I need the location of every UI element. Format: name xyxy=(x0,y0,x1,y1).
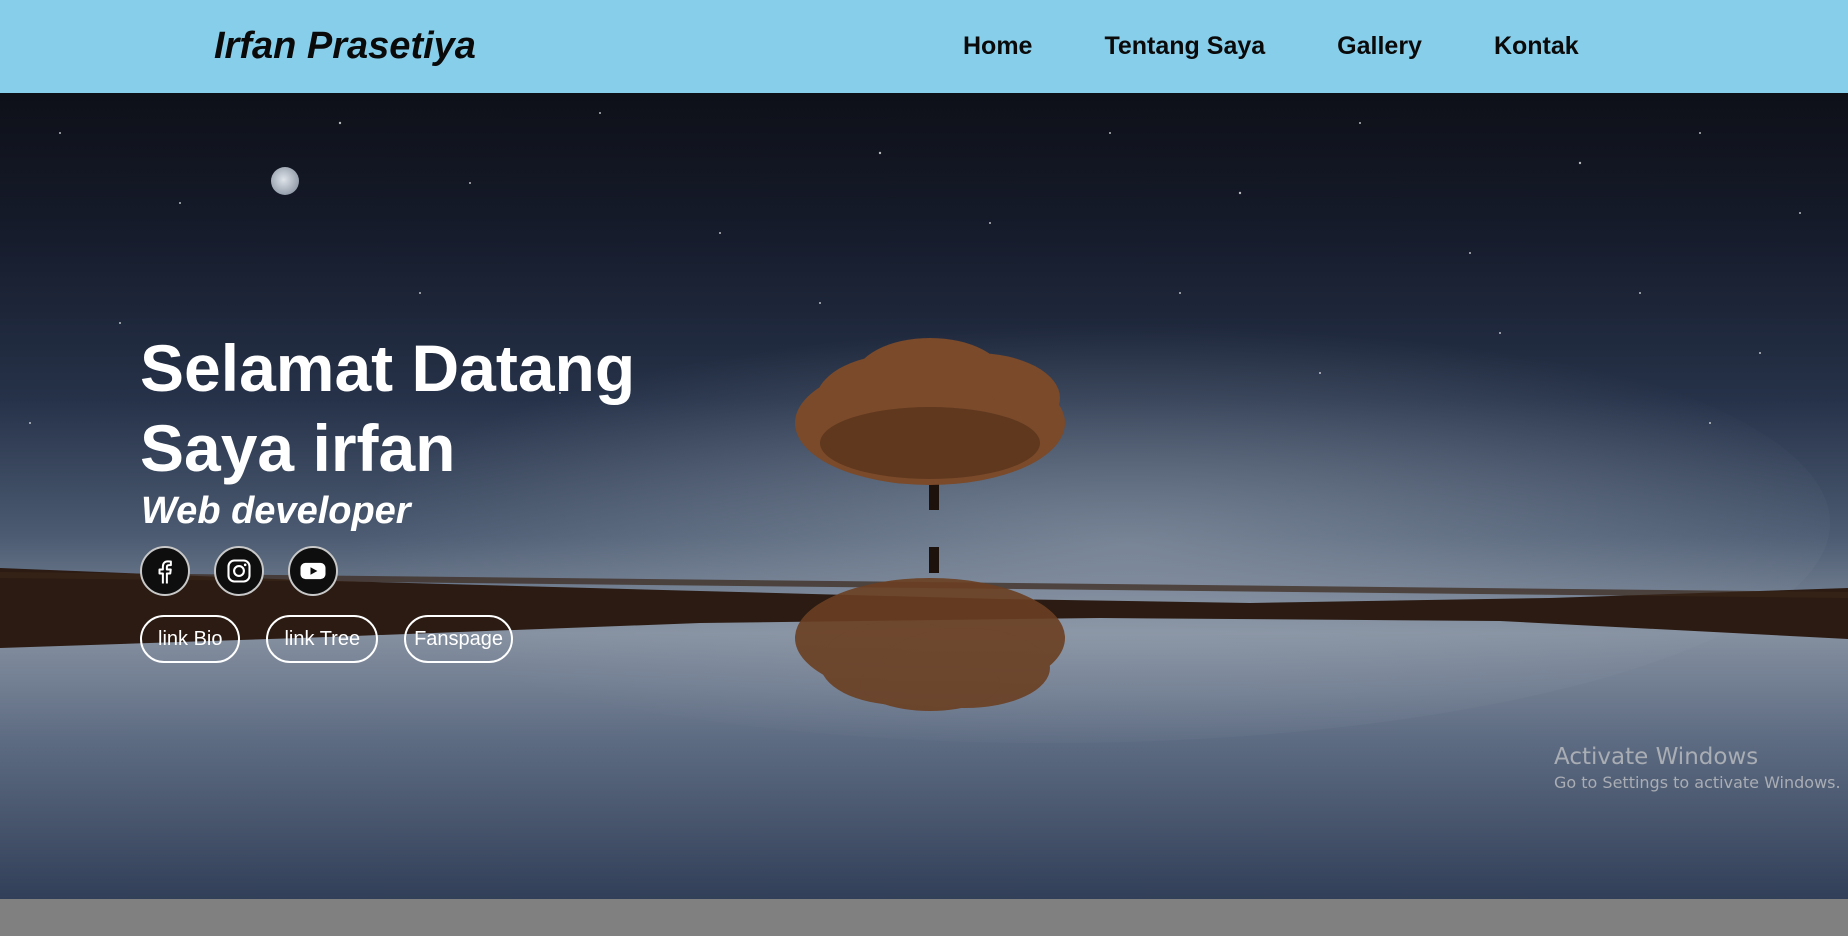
link-bio-button[interactable]: link Bio xyxy=(140,615,241,663)
brand-logo-text[interactable]: Irfan Prasetiya xyxy=(214,20,476,72)
hero-greeting-line-2: Saya irfan xyxy=(140,411,456,485)
fanspage-button[interactable]: Fanspage xyxy=(404,615,514,663)
watermark-title: Activate Windows xyxy=(1554,744,1759,770)
hero-greeting: Selamat Datang Saya irfan xyxy=(140,328,635,488)
facebook-icon[interactable] xyxy=(140,546,190,596)
windows-activation-watermark: Activate Windows Go to Settings to activ… xyxy=(1554,742,1841,794)
nav-home-link[interactable]: Home xyxy=(963,28,1032,64)
navbar: Irfan Prasetiya Home Tentang Saya Galler… xyxy=(0,0,1848,93)
nav-about-link[interactable]: Tentang Saya xyxy=(1104,28,1265,64)
nav-contact-link[interactable]: Kontak xyxy=(1494,28,1579,64)
youtube-icon[interactable] xyxy=(288,546,338,596)
social-icons xyxy=(140,546,338,596)
main-nav: Home Tentang Saya Gallery Kontak xyxy=(963,28,1579,64)
hero-greeting-line-1: Selamat Datang xyxy=(140,331,636,405)
watermark-subtitle: Go to Settings to activate Windows. xyxy=(1554,773,1841,792)
hero-role-subtitle: Web developer xyxy=(141,490,411,532)
instagram-icon[interactable] xyxy=(214,546,264,596)
footer-bar xyxy=(0,899,1848,936)
link-tree-button[interactable]: link Tree xyxy=(266,615,379,663)
hero-link-buttons: link Bio link Tree Fanspage xyxy=(140,615,514,663)
nav-gallery-link[interactable]: Gallery xyxy=(1337,28,1422,64)
